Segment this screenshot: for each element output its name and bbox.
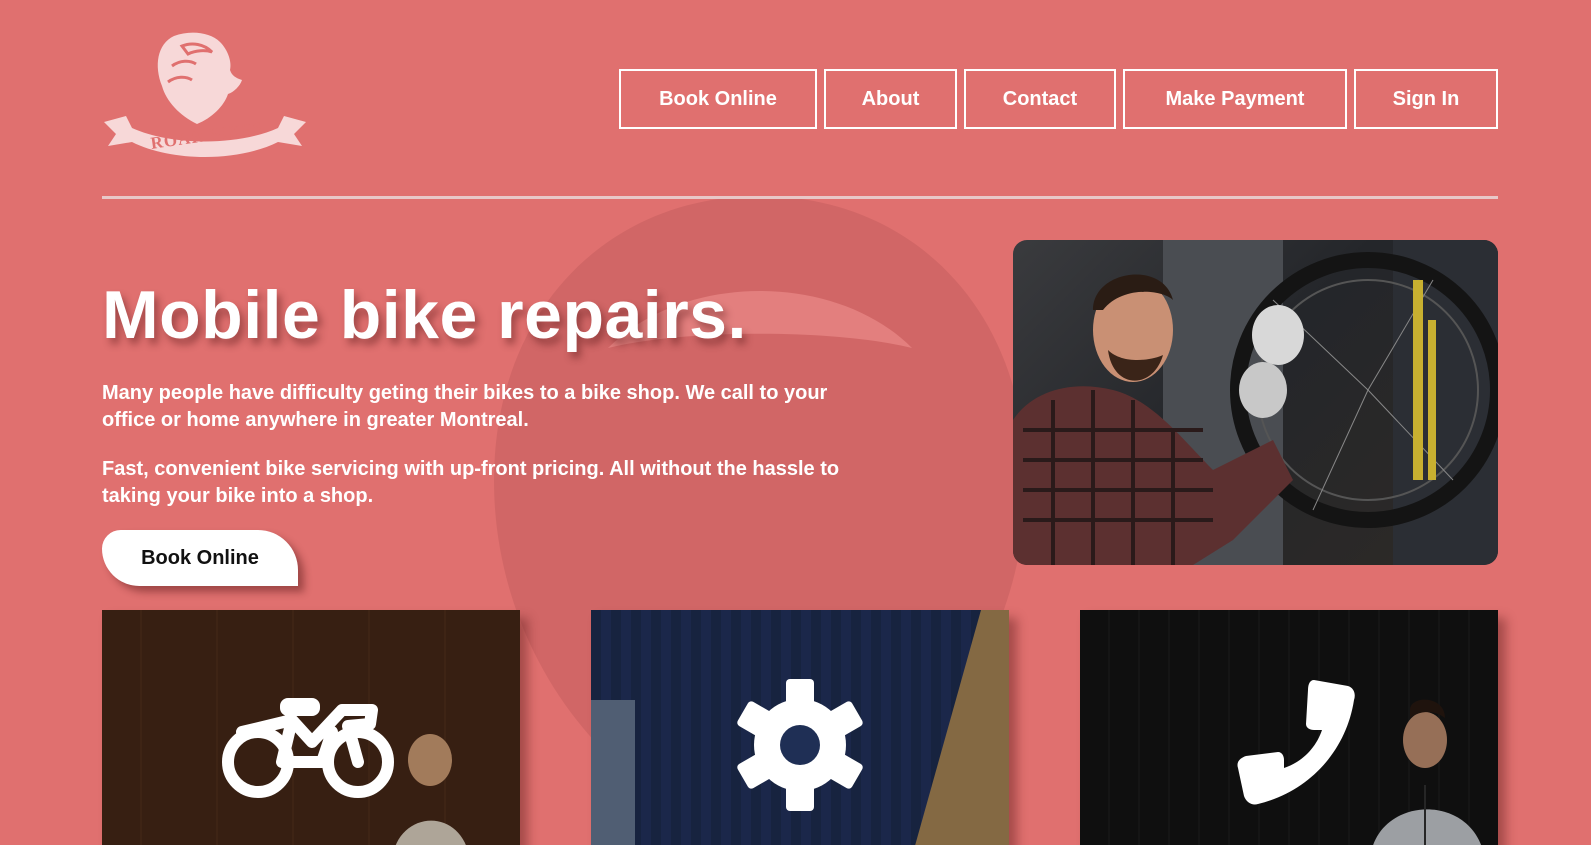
nav-make-payment-button[interactable]: Make Payment xyxy=(1123,69,1347,129)
motorbike-icon xyxy=(222,698,394,798)
hero-paragraph-1: Many people have difficulty geting their… xyxy=(102,382,828,431)
main-nav: Book Online About Contact Make Payment S… xyxy=(619,69,1498,129)
gear-icon xyxy=(737,679,863,811)
service-card-gear[interactable] xyxy=(591,610,1009,845)
service-card-phone[interactable] xyxy=(1080,610,1498,845)
nav-book-online-button[interactable]: Book Online xyxy=(619,69,817,129)
hero-title: Mobile bike repairs. xyxy=(102,277,747,353)
header-divider xyxy=(102,196,1498,199)
nav-about-button[interactable]: About xyxy=(824,69,957,129)
hero-book-online-button[interactable]: Book Online xyxy=(102,530,298,586)
phone-icon xyxy=(1237,680,1355,805)
site-header: ROAR BIKES Book Online About Contact Mak… xyxy=(102,26,1498,166)
logo[interactable]: ROAR BIKES xyxy=(102,26,308,166)
nav-contact-button[interactable]: Contact xyxy=(964,69,1116,129)
nav-sign-in-button[interactable]: Sign In xyxy=(1354,69,1498,129)
mechanic-photo-illustration xyxy=(1013,240,1498,565)
service-card-motorbike[interactable] xyxy=(102,610,520,845)
hero-paragraph-2: Fast, convenient bike servicing with up-… xyxy=(102,458,840,507)
mechanic-photo xyxy=(1013,240,1498,565)
